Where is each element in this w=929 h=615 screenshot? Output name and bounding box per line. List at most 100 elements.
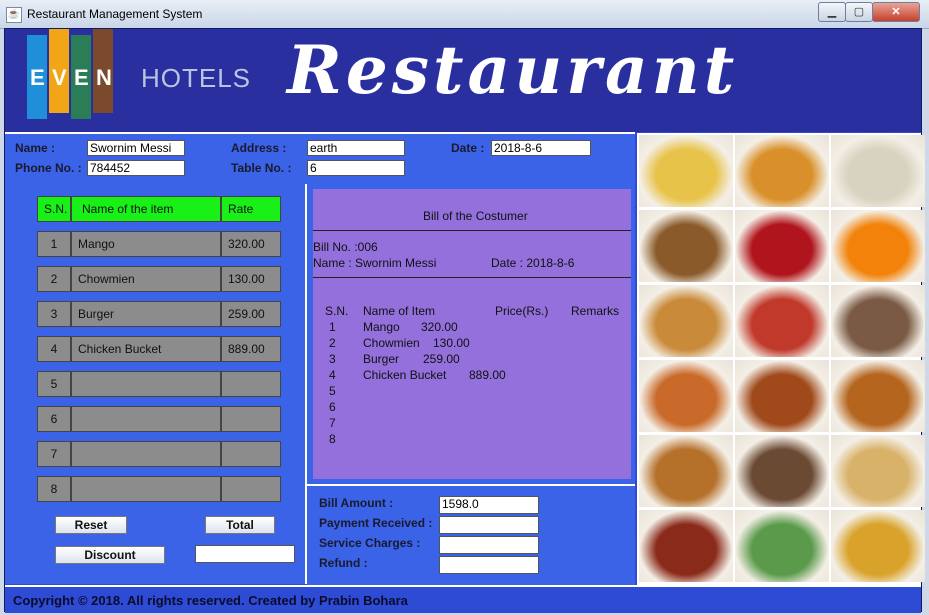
name-field[interactable]: Swornim Messi: [87, 140, 185, 156]
logo-letter-e2: E: [74, 65, 89, 90]
sausage-plate-image: [831, 285, 925, 357]
spring-rolls-image: [831, 435, 925, 507]
phone-label: Phone No. :: [15, 161, 82, 175]
bill-line-4-price: 889.00: [469, 368, 506, 382]
order-row-2-sn: 2: [37, 266, 71, 292]
address-field[interactable]: earth: [307, 140, 405, 156]
order-row-4-rate[interactable]: 889.00: [221, 336, 281, 362]
fanta-image: [831, 210, 925, 282]
logo-letter-n: N: [96, 65, 112, 90]
order-row-1-sn: 1: [37, 231, 71, 257]
order-row-6-item[interactable]: [71, 406, 221, 432]
bill-line-4-sn: 4: [329, 368, 336, 382]
date-field[interactable]: 2018-8-6: [491, 140, 591, 156]
logo-letter-e: E: [30, 65, 45, 90]
bill-number: Bill No. :006: [313, 240, 378, 254]
close-button[interactable]: ✕: [872, 2, 920, 22]
bill-date: Date : 2018-8-6: [491, 256, 575, 270]
bill-line-3-sn: 3: [329, 352, 336, 366]
header-sn: S.N.: [37, 196, 71, 222]
burger-pepsi-image: [639, 285, 733, 357]
bill-line-4-item: Chicken Bucket: [363, 368, 447, 382]
even-hotels-logo: E V E N HOTELS: [27, 29, 250, 123]
roast-chicken-image: [735, 360, 829, 432]
bill-amount-label: Bill Amount :: [319, 496, 394, 510]
mango-icecream-image: [639, 135, 733, 207]
order-row-5-item[interactable]: [71, 371, 221, 397]
cheese-burger-image: [831, 360, 925, 432]
payment-label: Payment Received :: [319, 516, 433, 530]
minimize-button[interactable]: ▁: [818, 2, 846, 22]
order-row-8-rate[interactable]: [221, 476, 281, 502]
date-label: Date :: [451, 141, 485, 155]
order-row-6-rate[interactable]: [221, 406, 281, 432]
service-label: Service Charges :: [319, 536, 421, 550]
bill-amount-field[interactable]: 1598.0: [439, 496, 539, 514]
order-row-2-rate[interactable]: 130.00: [221, 266, 281, 292]
phone-field[interactable]: 784452: [87, 160, 185, 176]
discount-field[interactable]: [195, 545, 295, 563]
coffee-cup-image: [735, 435, 829, 507]
title-bar[interactable]: ☕ Restaurant Management System ▁ ▢ ✕: [0, 0, 929, 29]
payment-field[interactable]: [439, 516, 539, 534]
soup-image: [735, 135, 829, 207]
order-row-1-rate[interactable]: 320.00: [221, 231, 281, 257]
table-field[interactable]: 6: [307, 160, 405, 176]
order-row-4-item[interactable]: Chicken Bucket: [71, 336, 221, 362]
bill-line-5-sn: 5: [329, 384, 336, 398]
fried-fish-image: [639, 435, 733, 507]
bill-area[interactable]: Bill of the Costumer Bill No. :006 Name …: [313, 189, 631, 479]
salad-image: [735, 510, 829, 582]
close-icon: ✕: [891, 6, 901, 18]
bill-col-remarks: Remarks: [571, 304, 620, 318]
header-rate: Rate: [221, 196, 281, 222]
chilli-chicken-image: [639, 510, 733, 582]
header-item: Name of the item: [71, 196, 221, 222]
order-row-5-rate[interactable]: [221, 371, 281, 397]
java-cup-icon: ☕: [6, 7, 22, 23]
bill-panel: Bill of the Costumer Bill No. :006 Name …: [307, 184, 635, 484]
pizza-image: [639, 360, 733, 432]
bill-line-6-sn: 6: [329, 400, 336, 414]
bill-line-2-item: Chowmien: [363, 336, 420, 350]
bill-title: Bill of the Costumer: [423, 209, 528, 223]
reset-button[interactable]: Reset: [55, 516, 127, 534]
window-title: Restaurant Management System: [27, 7, 203, 21]
order-row-4-sn: 4: [37, 336, 71, 362]
refund-label: Refund :: [319, 556, 368, 570]
curry-image: [831, 510, 925, 582]
app-window: ☕ Restaurant Management System ▁ ▢ ✕ E V…: [0, 0, 929, 615]
order-row-5-sn: 5: [37, 371, 71, 397]
order-row-7-item[interactable]: [71, 441, 221, 467]
bill-line-1-item: Mango: [363, 320, 400, 334]
maximize-button[interactable]: ▢: [845, 2, 873, 22]
minimize-icon: ▁: [827, 6, 837, 18]
discount-button[interactable]: Discount: [55, 546, 165, 564]
bill-col-item: Name of Item: [363, 304, 436, 318]
order-row-2-item[interactable]: Chowmien: [71, 266, 221, 292]
bill-line-8-sn: 8: [329, 432, 336, 446]
bill-line-1-price: 320.00: [421, 320, 458, 334]
order-row-7-rate[interactable]: [221, 441, 281, 467]
order-row-3-rate[interactable]: 259.00: [221, 301, 281, 327]
order-row-1-item[interactable]: Mango: [71, 231, 221, 257]
order-row-3-item[interactable]: Burger: [71, 301, 221, 327]
kfc-bucket-image: [735, 285, 829, 357]
bill-line-3-item: Burger: [363, 352, 400, 366]
order-row-7-sn: 7: [37, 441, 71, 467]
restaurant-title: Restaurant: [287, 31, 739, 109]
order-panel: S.N. Name of the item Rate 1 Mango 320.00 2…: [5, 184, 307, 584]
bill-customer-name: Name : Swornim Messi: [313, 256, 437, 270]
service-field[interactable]: [439, 536, 539, 554]
main-content: E V E N HOTELS Restaurant Name : Swornim…: [4, 28, 925, 613]
header-banner: E V E N HOTELS Restaurant: [5, 29, 921, 132]
total-button[interactable]: Total: [205, 516, 275, 534]
bill-line-3-price: 259.00: [423, 352, 460, 366]
refund-field[interactable]: [439, 556, 539, 574]
footer: Copyright © 2018. All rights reserved. C…: [5, 585, 921, 613]
order-row-8-item[interactable]: [71, 476, 221, 502]
table-label: Table No. :: [231, 161, 292, 175]
totals-panel: Bill Amount : 1598.0 Payment Received : …: [307, 484, 635, 586]
order-row-8-sn: 8: [37, 476, 71, 502]
logo-word: HOTELS: [141, 63, 252, 93]
